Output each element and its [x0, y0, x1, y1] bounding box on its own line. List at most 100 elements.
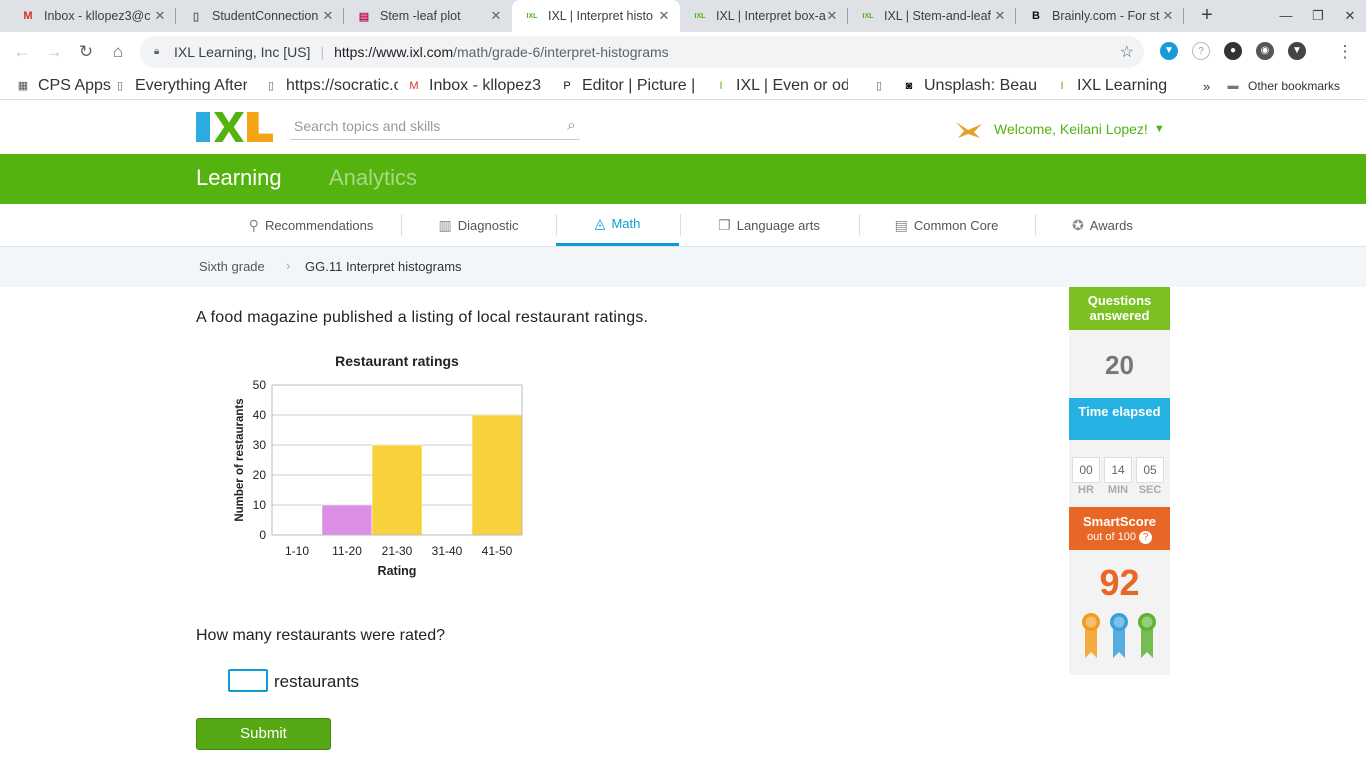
new-tab-button[interactable]: + [1196, 4, 1218, 26]
close-tab-icon[interactable]: ✕ [656, 8, 672, 24]
close-tab-icon[interactable]: ✕ [1160, 8, 1176, 24]
gmail-icon: M [409, 80, 419, 92]
tab-analytics[interactable]: Analytics [329, 165, 417, 191]
timer-minutes-label: MIN [1107, 484, 1129, 496]
browser-menu-icon[interactable]: ⋮ [1333, 40, 1357, 64]
subnav-awards[interactable]: ✪ Awards [1035, 204, 1170, 246]
close-tab-icon[interactable]: ✕ [824, 8, 840, 24]
close-tab-icon[interactable]: ✕ [488, 8, 504, 24]
user-menu[interactable]: Welcome, Keilani Lopez! ▼ [954, 118, 1165, 140]
ixl-icon: IXL [862, 12, 874, 20]
close-tab-icon[interactable]: ✕ [992, 8, 1008, 24]
ixl-logo[interactable] [196, 112, 274, 142]
reload-icon[interactable]: ↻ [74, 40, 98, 64]
other-bookmarks[interactable]: ▬ Other bookmarks [1226, 77, 1341, 95]
chart-title: Restaurant ratings [335, 353, 459, 369]
tab-6[interactable]: IXL IXL | Stem-and-leaf ✕ [848, 0, 1016, 32]
search-input[interactable]: Search topics and skills ⌕ [290, 114, 580, 140]
brainly-icon: B [1032, 10, 1040, 22]
histogram-chart: 0 10 20 30 40 50 1-10 11-20 21-30 31-40 41-50 Resta… [234, 353, 523, 578]
tab-title: IXL | Interpret box-a [716, 9, 826, 23]
tab-4[interactable]: IXL IXL | Interpret histo ✕ [512, 0, 680, 32]
extension-owl-icon[interactable]: ◉ [1256, 42, 1274, 60]
bar [321, 504, 373, 536]
tab-2[interactable]: ▯ StudentConnection ✕ [176, 0, 344, 32]
pinterest-icon: P [563, 80, 571, 92]
x-tick-label: 41-50 [482, 544, 513, 558]
awards-icon: ✪ [1072, 216, 1084, 233]
math-icon: ◬ [594, 215, 606, 231]
tab-7[interactable]: B Brainly.com - For st ✕ [1016, 0, 1184, 32]
tab-title: Stem -leaf plot [380, 9, 461, 23]
ixl-icon: I [719, 80, 723, 92]
answer-input[interactable] [228, 669, 268, 692]
apps-icon: ▦ [17, 80, 29, 92]
subnav-common-core[interactable]: ▤ Common Core [859, 204, 1034, 246]
bookmark-item[interactable]: MInbox - kllopez3@cps [407, 77, 541, 95]
more-bookmarks-button[interactable]: » [1203, 77, 1210, 95]
subnav-language-arts[interactable]: ❐ Language arts [680, 204, 858, 246]
breadcrumb: Sixth grade › GG.11 Interpret histograms [0, 247, 1366, 287]
bookmark-item[interactable]: ▯ [872, 77, 894, 95]
timer-minutes: 14 [1104, 457, 1132, 483]
y-tick-label: 20 [253, 468, 267, 482]
extension-spy-icon[interactable]: ● [1224, 42, 1242, 60]
tab-3[interactable]: ▤ Stem -leaf plot ✕ [344, 0, 512, 32]
subnav-math[interactable]: ◬ Math [556, 204, 679, 246]
bookmark-item[interactable]: ▯Everything After Z by [113, 77, 247, 95]
bookmark-star-icon[interactable]: ☆ [1120, 42, 1134, 62]
bookmark-item[interactable]: PEditor | Picture | Picfo [560, 77, 694, 95]
help-icon[interactable]: ? [1138, 531, 1152, 544]
y-tick-label: 10 [253, 498, 267, 512]
extension-shield-icon[interactable]: ▼ [1160, 42, 1178, 60]
timer-seconds: 05 [1136, 457, 1164, 483]
back-icon[interactable]: ← [10, 40, 34, 64]
site-org: IXL Learning, Inc [US] [174, 44, 311, 60]
camera-icon: ◙ [905, 80, 913, 92]
tab-title: IXL | Interpret histo [548, 9, 653, 23]
x-tick-label: 31-40 [432, 544, 463, 558]
extension-help-icon[interactable]: ? [1192, 42, 1210, 60]
tab-1[interactable]: M Inbox - kllopez3@c ✕ [8, 0, 176, 32]
submit-button[interactable]: Submit [196, 718, 331, 750]
ixl-icon: I [1060, 80, 1064, 92]
tab-learning[interactable]: Learning [196, 165, 282, 191]
x-tick-label: 1-10 [285, 544, 309, 558]
home-icon[interactable]: ⌂ [106, 40, 130, 64]
search-icon[interactable]: ⌕ [567, 117, 576, 135]
gmail-icon: M [23, 10, 33, 22]
award-ribbon-icon [1138, 613, 1156, 658]
bookmark-item[interactable]: ▯https://socratic.org [264, 77, 398, 95]
subnav-recommendations[interactable]: ⚲ Recommendations [222, 204, 400, 246]
bookmark-item[interactable]: ◙Unsplash: Beautiful F [902, 77, 1036, 95]
x-tick-label: 21-30 [382, 544, 413, 558]
close-window-button[interactable]: ✕ [1334, 0, 1366, 32]
form-icon: ▤ [358, 10, 370, 23]
bookmark-item[interactable]: IIXL | Even or odd: ari [714, 77, 848, 95]
page-icon: ▯ [116, 80, 124, 92]
close-tab-icon[interactable]: ✕ [152, 8, 168, 24]
avatar [956, 122, 982, 138]
bookmark-item[interactable]: I IXL Learning [1055, 77, 1167, 95]
minimize-button[interactable]: — [1270, 0, 1302, 32]
extension-vpn-icon[interactable]: ▼ [1288, 42, 1306, 60]
recommendations-icon: ⚲ [248, 216, 259, 233]
maximize-button[interactable]: ❐ [1302, 0, 1334, 32]
question-prompt: A food magazine published a listing of l… [196, 309, 649, 326]
subnav-diagnostic[interactable]: ▥ Diagnostic [401, 204, 556, 246]
tab-title: Inbox - kllopez3@c [44, 9, 151, 23]
question-ask: How many restaurants were rated? [196, 627, 445, 644]
forward-icon[interactable]: → [42, 40, 66, 64]
bar [471, 414, 523, 536]
breadcrumb-skill: GG.11 Interpret histograms [305, 259, 462, 274]
diagnostic-icon: ▥ [438, 216, 452, 233]
bookmark-item[interactable]: ▦ CPS Apps [16, 77, 111, 95]
breadcrumb-grade[interactable]: Sixth grade [199, 259, 265, 274]
questions-count: 20 [1105, 350, 1134, 380]
address-bar[interactable]: 🔒︎ IXL Learning, Inc [US] | https://www.… [140, 36, 1144, 68]
ixl-icon: IXL [694, 12, 706, 20]
close-tab-icon[interactable]: ✕ [320, 8, 336, 24]
tab-5[interactable]: IXL IXL | Interpret box-a ✕ [680, 0, 848, 32]
award-ribbon-icon [1110, 613, 1128, 658]
smartscore-value: 92 [1099, 562, 1140, 603]
